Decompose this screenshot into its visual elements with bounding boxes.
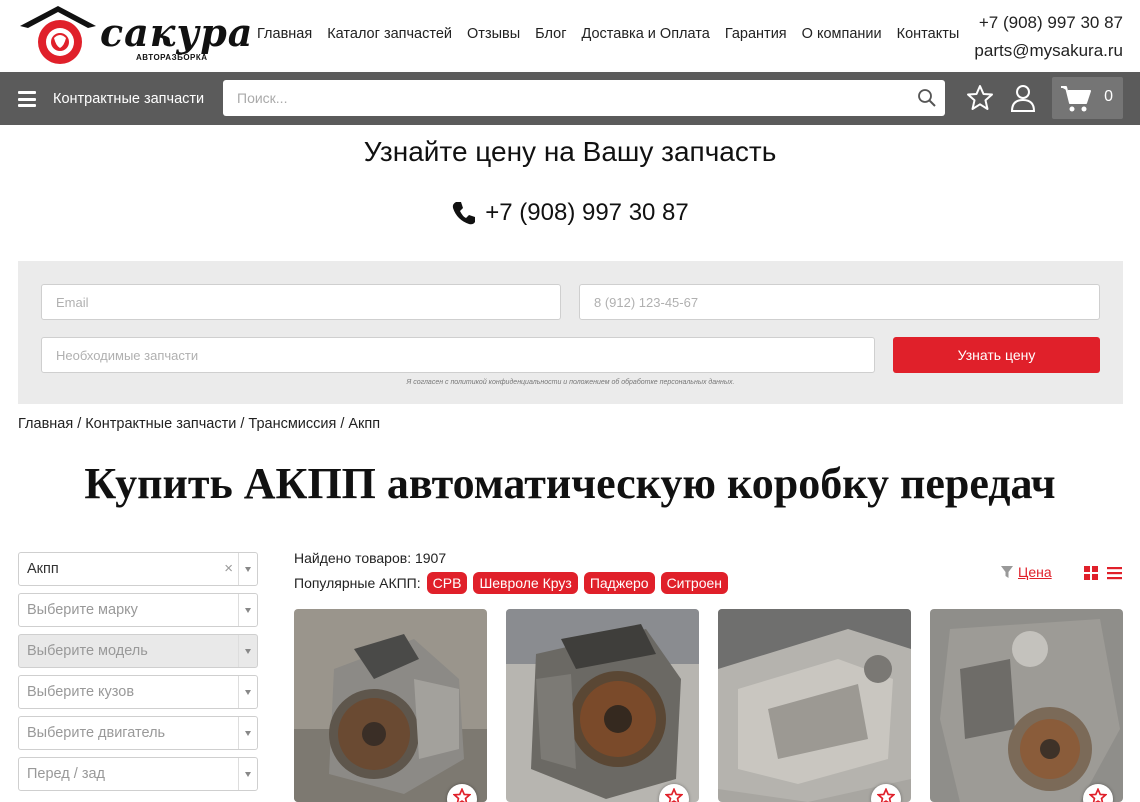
toolbar: Контрактные запчасти 0 <box>0 72 1140 125</box>
favorite-star-icon <box>1089 788 1107 802</box>
filter-body-value: Выберите кузов <box>27 684 135 700</box>
header-phone[interactable]: +7 (908) 997 30 87 <box>974 9 1123 37</box>
product-image <box>506 609 699 802</box>
header-contacts: +7 (908) 997 30 87 parts@mysakura.ru <box>974 9 1123 65</box>
cart-icon <box>1061 86 1091 112</box>
search-icon[interactable] <box>917 88 937 108</box>
filter-sidebar: Акпп × Выберите марку Выберите модель Вы… <box>18 552 258 798</box>
popular-tag[interactable]: Ситроен <box>660 572 728 594</box>
nav-link-catalog[interactable]: Каталог запчастей <box>327 26 452 42</box>
favorites-star-icon[interactable] <box>966 84 994 112</box>
breadcrumb-item-current: Акпп <box>348 416 381 432</box>
chevron-down-icon <box>238 676 257 708</box>
list-view-icon[interactable] <box>1107 566 1122 580</box>
phone-field-wrap <box>579 284 1100 320</box>
product-card[interactable] <box>930 609 1123 802</box>
filter-brand-select[interactable]: Выберите марку <box>18 593 258 627</box>
popular-tag[interactable]: Паджеро <box>583 572 655 594</box>
product-card[interactable] <box>718 609 911 802</box>
popular-label: Популярные АКПП: <box>294 575 421 591</box>
logo-text: сакура <box>100 10 254 55</box>
logo[interactable]: сакура АВТОРАЗБОРКА <box>18 4 252 68</box>
chevron-down-icon <box>238 717 257 749</box>
search-input[interactable] <box>223 80 945 116</box>
filter-icon <box>1001 566 1013 578</box>
catalog-menu-label: Контрактные запчасти <box>53 91 205 107</box>
nav-link-about[interactable]: О компании <box>802 26 882 42</box>
phone-icon <box>453 202 476 225</box>
cart-count: 0 <box>1104 88 1113 105</box>
hamburger-icon <box>18 91 36 107</box>
breadcrumb-item-transmission[interactable]: Трансмиссия <box>248 416 336 432</box>
filter-category-select[interactable]: Акпп × <box>18 552 258 586</box>
filter-engine-value: Выберите двигатель <box>27 725 166 741</box>
grid-view-icon[interactable] <box>1084 566 1098 580</box>
product-card[interactable] <box>506 609 699 802</box>
email-field[interactable] <box>42 285 560 319</box>
popular-tag[interactable]: Шевроле Круз <box>473 572 578 594</box>
get-price-button[interactable]: Узнать цену <box>893 337 1100 373</box>
phone-field[interactable] <box>580 285 1099 319</box>
price-request-phone-number: +7 (908) 997 30 87 <box>485 199 689 226</box>
price-request-title: Узнайте цену на Вашу запчасть <box>363 136 777 167</box>
nav-link-delivery[interactable]: Доставка и Оплата <box>582 26 710 42</box>
filter-category-value: Акпп <box>27 561 59 577</box>
filter-engine-select[interactable]: Выберите двигатель <box>18 716 258 750</box>
filter-position-select[interactable]: Перед / зад <box>18 757 258 791</box>
price-request-phone[interactable]: +7 (908) 997 30 87 <box>0 199 1140 227</box>
main-nav: Главная Каталог запчастей Отзывы Блог До… <box>257 26 959 42</box>
cart-button[interactable]: 0 <box>1052 77 1123 119</box>
found-count: Найдено товаров: 1907 <box>294 550 447 566</box>
site-header: сакура АВТОРАЗБОРКА Главная Каталог запч… <box>0 0 1140 72</box>
breadcrumb: Главная / Контрактные запчасти / Трансмиссия… <box>18 416 381 432</box>
chevron-down-icon <box>238 635 257 667</box>
breadcrumb-item-contract-parts[interactable]: Контрактные запчасти <box>85 416 236 432</box>
filter-position-value: Перед / зад <box>27 766 106 782</box>
filter-model-select[interactable]: Выберите модель <box>18 634 258 668</box>
sort-control[interactable]: Цена <box>1000 564 1052 580</box>
filter-body-select[interactable]: Выберите кузов <box>18 675 258 709</box>
page-title: Купить АКПП автоматическую коробку перед… <box>84 459 1056 508</box>
favorite-star-icon <box>665 788 683 802</box>
chevron-down-icon <box>238 553 257 585</box>
nav-link-reviews[interactable]: Отзывы <box>467 26 520 42</box>
search-box <box>223 80 945 116</box>
product-image <box>930 609 1123 802</box>
logo-emblem-icon <box>20 6 96 64</box>
consent-text: Я согласен с политикой конфиденциальност… <box>406 379 735 386</box>
product-image <box>294 609 487 802</box>
price-request-form: Узнать цену Я согласен с политикой конфи… <box>18 261 1123 404</box>
parts-field-wrap <box>41 337 875 373</box>
nav-link-contacts[interactable]: Контакты <box>897 26 960 42</box>
breadcrumb-item-home[interactable]: Главная <box>18 416 73 432</box>
nav-link-home[interactable]: Главная <box>257 26 312 42</box>
header-email[interactable]: parts@mysakura.ru <box>974 37 1123 65</box>
favorite-star-icon <box>877 788 895 802</box>
clear-icon[interactable]: × <box>224 553 233 585</box>
filter-model-value: Выберите модель <box>27 643 148 659</box>
filter-brand-value: Выберите марку <box>27 602 138 618</box>
favorite-star-icon <box>453 788 471 802</box>
chevron-down-icon <box>238 758 257 790</box>
logo-subtitle: АВТОРАЗБОРКА <box>136 53 208 62</box>
popular-tag[interactable]: CPB <box>426 572 468 594</box>
parts-field[interactable] <box>42 338 874 372</box>
popular-tags: Популярные АКПП: CPB Шевроле Круз Паджер… <box>294 572 728 594</box>
nav-link-warranty[interactable]: Гарантия <box>725 26 787 42</box>
user-account-icon[interactable] <box>1010 84 1036 112</box>
product-card[interactable] <box>294 609 487 802</box>
product-image <box>718 609 911 802</box>
catalog-menu-button[interactable]: Контрактные запчасти <box>18 88 208 110</box>
sort-by-price-link[interactable]: Цена <box>1018 564 1052 580</box>
nav-link-blog[interactable]: Блог <box>535 26 566 42</box>
chevron-down-icon <box>238 594 257 626</box>
email-field-wrap <box>41 284 561 320</box>
